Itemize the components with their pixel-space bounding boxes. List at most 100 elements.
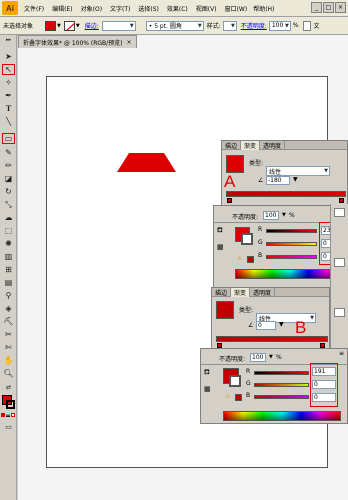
chevron-down-icon[interactable]: ▼ xyxy=(293,176,298,183)
opacity-label[interactable]: 不透明度: xyxy=(241,21,267,30)
tab-gradient[interactable]: 渐变 xyxy=(241,141,261,150)
panel-grip-icon[interactable]: ▸▸ xyxy=(2,37,15,43)
channel-b-slider[interactable] xyxy=(266,255,317,259)
angle-input[interactable]: 0 xyxy=(256,321,276,330)
channel-r-input[interactable]: 191 xyxy=(312,367,336,376)
gradient-slider-bar[interactable] xyxy=(226,191,346,197)
chevron-down-icon[interactable]: ▼ xyxy=(76,23,80,29)
line-tool-icon[interactable]: ╲ xyxy=(2,116,15,127)
brush-dropdown[interactable]: • 5 pt. 圆角 xyxy=(145,20,204,31)
stroke-swatch[interactable] xyxy=(63,20,75,31)
selection-tool-icon[interactable]: ➤ xyxy=(2,51,15,62)
tab-gradient[interactable]: 渐变 xyxy=(231,288,251,297)
channel-g-slider[interactable] xyxy=(254,383,309,387)
menu-object[interactable]: 对象(O) xyxy=(81,4,102,13)
channel-r-slider[interactable] xyxy=(254,371,309,375)
close-icon[interactable]: × xyxy=(127,39,132,46)
graph-tool-icon[interactable]: ▥ xyxy=(2,251,15,262)
live-paint-tool-icon[interactable]: ⛏ xyxy=(2,316,15,327)
red-trapezoid-shape[interactable] xyxy=(117,153,177,173)
angle-input[interactable]: -180 xyxy=(266,176,290,185)
opacity-input[interactable]: 100 xyxy=(268,20,291,31)
maximize-button[interactable]: □ xyxy=(323,2,334,13)
screen-mode-icon[interactable]: ▭ xyxy=(2,421,15,432)
close-button[interactable]: × xyxy=(335,2,346,13)
menu-effect[interactable]: 效果(C) xyxy=(167,4,188,13)
channel-b-slider[interactable] xyxy=(254,395,309,399)
mesh-tool-icon[interactable]: ⊞ xyxy=(2,264,15,275)
channel-g-slider[interactable] xyxy=(266,242,317,246)
gradient-stop-right[interactable] xyxy=(339,198,344,203)
direct-selection-tool-icon[interactable]: ↖ xyxy=(2,64,15,75)
scale-tool-icon[interactable]: ⤡ xyxy=(2,199,15,210)
gradient-slider-bar[interactable] xyxy=(216,336,328,342)
color-mode-icon[interactable] xyxy=(1,413,5,417)
color-spectrum[interactable] xyxy=(223,411,341,421)
tab-stroke[interactable]: 描边 xyxy=(222,141,242,150)
warning-icon[interactable]: ⚠ xyxy=(237,255,242,262)
tab-stroke[interactable]: 描边 xyxy=(212,288,232,297)
channel-b-input[interactable]: 0 xyxy=(312,393,336,402)
chevron-down-icon[interactable]: ▼ xyxy=(282,212,286,218)
type-tool-icon[interactable]: T xyxy=(2,103,15,114)
menu-edit[interactable]: 编辑(E) xyxy=(52,4,72,13)
cube-icon[interactable]: ▦ xyxy=(204,385,211,393)
channel-g-input[interactable]: 0 xyxy=(312,380,336,389)
scissors-tool-icon[interactable]: ✄ xyxy=(2,342,15,353)
menu-file[interactable]: 文件(F) xyxy=(24,4,44,13)
tab-transparency[interactable]: 透明度 xyxy=(250,288,276,297)
document-tab[interactable]: 折叠字体效果* @ 100% (RGB/预览) × xyxy=(18,35,137,48)
stroke-weight-dropdown[interactable] xyxy=(101,20,136,31)
opacity-input[interactable]: 100 xyxy=(250,353,266,362)
stroke-color-icon[interactable] xyxy=(6,400,15,409)
pen-tool-icon[interactable]: ✒ xyxy=(2,90,15,101)
chevron-down-icon[interactable]: ▼ xyxy=(279,321,284,328)
stroke-color-swatch[interactable] xyxy=(241,233,253,245)
warning-icon[interactable]: ⚠ xyxy=(225,393,230,400)
swap-colors-icon[interactable]: ⇄ xyxy=(2,382,15,393)
channel-r-slider[interactable] xyxy=(266,229,317,233)
warp-tool-icon[interactable]: ☁ xyxy=(2,212,15,223)
eyedropper-tool-icon[interactable]: ⚲ xyxy=(2,290,15,301)
gradient-preview-swatch[interactable] xyxy=(226,155,244,173)
symbol-sprayer-tool-icon[interactable]: ✺ xyxy=(2,238,15,249)
gamut-swatch[interactable] xyxy=(235,394,242,401)
opacity-input[interactable]: 100 xyxy=(263,211,279,220)
chevron-down-icon[interactable]: ▼ xyxy=(57,23,61,29)
gradient-type-dropdown[interactable]: 线性 xyxy=(266,166,330,176)
menu-help[interactable]: 帮助(H) xyxy=(253,4,274,13)
zoom-tool-icon[interactable]: 🔍︎ xyxy=(2,368,15,379)
tab-transparency[interactable]: 透明度 xyxy=(260,141,286,150)
menu-view[interactable]: 视图(V) xyxy=(196,4,217,13)
pencil-tool-icon[interactable]: ✏ xyxy=(2,160,15,171)
eraser-tool-icon[interactable]: ◪ xyxy=(2,173,15,184)
dock-icon[interactable] xyxy=(334,208,345,217)
color-mode-icon[interactable]: ⛾ xyxy=(217,226,223,235)
minimize-button[interactable]: _ xyxy=(311,2,322,13)
free-transform-tool-icon[interactable]: ⬚ xyxy=(2,225,15,236)
gradient-preview-swatch[interactable] xyxy=(216,301,234,319)
rotate-tool-icon[interactable]: ↻ xyxy=(2,186,15,197)
fill-swatch[interactable] xyxy=(45,20,57,31)
slice-tool-icon[interactable]: ✂ xyxy=(2,329,15,340)
color-spectrum[interactable] xyxy=(235,269,345,279)
panel-toggle-icon[interactable] xyxy=(302,20,311,31)
gradient-stop-left[interactable] xyxy=(227,198,232,203)
style-dropdown[interactable] xyxy=(222,20,237,31)
gamut-swatch[interactable] xyxy=(247,256,254,263)
menu-window[interactable]: 窗口(W) xyxy=(225,4,248,13)
gradient-tool-icon[interactable]: ▤ xyxy=(2,277,15,288)
hand-tool-icon[interactable]: ✋ xyxy=(2,355,15,366)
paintbrush-tool-icon[interactable]: ✎ xyxy=(2,147,15,158)
rectangle-tool-icon[interactable]: ▭ xyxy=(2,133,15,144)
menu-type[interactable]: 文字(T) xyxy=(110,4,130,13)
panel-menu-icon[interactable]: ≡ xyxy=(339,350,344,357)
dock-icon[interactable] xyxy=(334,258,345,267)
dock-icon[interactable] xyxy=(334,308,345,317)
color-mode-icon[interactable]: ⛾ xyxy=(204,368,210,377)
gradient-mode-icon[interactable] xyxy=(6,413,10,417)
blend-tool-icon[interactable]: ◈ xyxy=(2,303,15,314)
menu-select[interactable]: 选择(S) xyxy=(138,4,159,13)
none-mode-icon[interactable] xyxy=(11,413,15,417)
stroke-label[interactable]: 描边: xyxy=(85,21,99,30)
